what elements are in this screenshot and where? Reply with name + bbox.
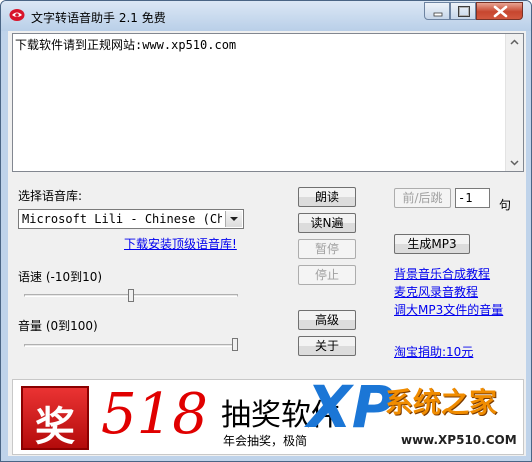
close-button[interactable] — [476, 2, 523, 20]
window-title: 文字转语音助手 2.1 免费 — [31, 11, 166, 25]
volume-label: 音量 (0到100) — [18, 319, 98, 333]
maximize-icon — [458, 6, 470, 17]
maximize-button[interactable] — [450, 2, 476, 20]
watermark-url: www.XP510.COM — [401, 433, 517, 447]
stop-button[interactable]: 停止 — [298, 265, 356, 285]
download-voice-link[interactable]: 下载安装顶级语音库! — [124, 235, 237, 252]
volume-slider-thumb[interactable] — [232, 338, 238, 351]
app-window: 文字转语音助手 2.1 免费 下载软件请到正规网站:www.xp510.com … — [0, 0, 532, 462]
banner-subtitle: 年会抽奖，极简 — [223, 434, 308, 448]
sentence-unit-label: 句 — [499, 198, 512, 212]
about-button[interactable]: 关于 — [298, 336, 356, 356]
watermark-xp-logo: XP — [307, 373, 395, 441]
chevron-down-icon — [230, 217, 238, 221]
app-icon — [9, 9, 25, 21]
vertical-scrollbar[interactable] — [505, 34, 523, 171]
minimize-button[interactable] — [424, 2, 450, 20]
voice-select-value: Microsoft Lili - Chinese (Chi — [22, 212, 222, 226]
donate-link[interactable]: 淘宝捐助:10元 — [394, 343, 473, 360]
advanced-button[interactable]: 高级 — [298, 310, 356, 330]
voice-label: 选择语音库: — [18, 189, 83, 203]
rate-slider-thumb[interactable] — [128, 289, 134, 302]
dropdown-button[interactable] — [225, 211, 242, 227]
scroll-up-button[interactable] — [506, 34, 523, 51]
watermark-brand: 系统之家 — [385, 386, 498, 419]
volume-slider-track[interactable] — [24, 344, 238, 347]
generate-mp3-button[interactable]: 生成MP3 — [394, 234, 470, 254]
chevron-down-icon — [510, 160, 519, 166]
read-n-times-button[interactable]: 读N遍 — [298, 213, 356, 233]
mic-record-tutorial-link[interactable]: 麦克风录音教程 — [394, 283, 478, 300]
lottery-logo: 奖 — [21, 386, 89, 450]
lottery-logo-char: 奖 — [35, 404, 75, 450]
mp3-volume-tutorial-link[interactable]: 调大MP3文件的音量 — [394, 301, 503, 318]
minimize-icon — [433, 12, 443, 17]
prev-next-button[interactable]: 前/后跳 — [394, 188, 451, 208]
chevron-up-icon — [510, 39, 519, 45]
bg-music-tutorial-link[interactable]: 背景音乐合成教程 — [394, 265, 490, 282]
close-icon — [493, 5, 508, 18]
read-button[interactable]: 朗读 — [298, 187, 356, 207]
title-bar[interactable]: 文字转语音助手 2.1 免费 — [1, 1, 531, 31]
text-input-area[interactable]: 下载软件请到正规网站:www.xp510.com — [12, 33, 524, 172]
banner-number: 518 — [101, 382, 208, 447]
watermark: XP 系统之家 www.XP510.COM — [307, 373, 525, 459]
text-input-content[interactable]: 下载软件请到正规网站:www.xp510.com — [15, 36, 236, 53]
jump-count-input[interactable]: -1 — [455, 188, 490, 208]
pause-button[interactable]: 暂停 — [298, 239, 356, 259]
scroll-down-button[interactable] — [506, 154, 523, 171]
rate-label: 语速 (-10到10) — [18, 270, 103, 284]
voice-select[interactable]: Microsoft Lili - Chinese (Chi — [18, 209, 244, 229]
